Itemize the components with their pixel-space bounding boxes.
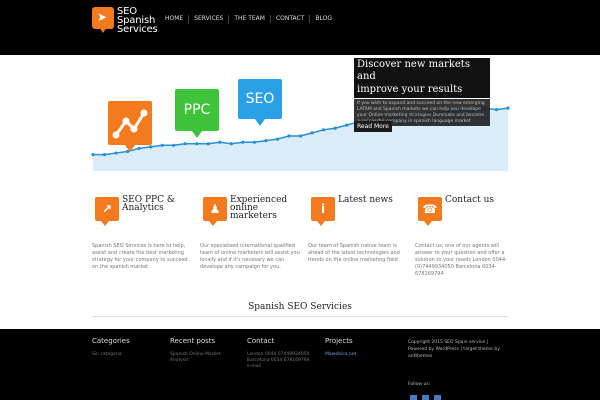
- trend-point: [275, 137, 280, 141]
- seo-bubble: SEO: [238, 79, 282, 126]
- trend-point: [160, 143, 164, 147]
- feature-title[interactable]: Experienced online marketers: [230, 196, 308, 221]
- trend-point: [229, 142, 233, 146]
- trend-point: [252, 140, 256, 144]
- social-icon-twitter[interactable]: [422, 395, 429, 400]
- tagline: Spanish SEO Servicies: [248, 302, 352, 312]
- feature-text: Our team of Spanish native team is ahead…: [308, 243, 400, 263]
- phone-icon: ☎: [418, 197, 442, 221]
- main-nav: HOME SERVICES THE TEAM CONTACT BLOG: [160, 15, 337, 23]
- footer-categories: Categories Sin categoría: [92, 337, 130, 358]
- feature-title[interactable]: Contact us: [445, 196, 523, 205]
- trend-point: [114, 151, 118, 155]
- ppc-bubble: PPC: [175, 89, 219, 138]
- social-icon-linkedin[interactable]: [434, 395, 441, 400]
- trend-point: [102, 153, 107, 157]
- site-logo[interactable]: ➤ SEO Spanish Services: [92, 7, 158, 37]
- chart-icon: ↗: [95, 197, 119, 221]
- rocket-logo-icon: ➤: [92, 7, 114, 29]
- category-link[interactable]: Sin categoría: [92, 352, 130, 358]
- read-more-button[interactable]: Read More: [354, 121, 392, 132]
- info-icon: i: [311, 197, 335, 221]
- trend-point: [137, 146, 141, 150]
- feature-text: Contact us, one of our agents will answe…: [415, 243, 507, 277]
- project-link[interactable]: Mawebica.net: [325, 352, 356, 358]
- footer-recent-posts: Recent posts Spanish Online Market Analy…: [170, 337, 240, 364]
- email-link[interactable]: e-mail: [247, 364, 319, 370]
- nav-services[interactable]: SERVICES: [189, 15, 230, 23]
- site-header: ➤ SEO Spanish Services HOME SERVICES THE…: [0, 0, 600, 55]
- feature-title[interactable]: SEO PPC & Analytics: [122, 196, 200, 213]
- follow-us-label: Follow us:: [408, 382, 431, 387]
- page: ➤ SEO Spanish Services HOME SERVICES THE…: [0, 0, 600, 400]
- trend-point: [506, 106, 510, 110]
- trend-point: [149, 145, 153, 149]
- hero-banner: PPC SEO Discover new markets and improve…: [0, 55, 600, 180]
- copyright: Copyright 2015 SEO Spain service | Power…: [408, 340, 500, 359]
- feature-text: Spanish SEO Services is here to help, as…: [92, 243, 188, 270]
- trend-point: [321, 128, 326, 132]
- tagline-area: Spanish SEO Servicies: [92, 300, 508, 320]
- trend-point: [310, 131, 314, 135]
- nav-home[interactable]: HOME: [160, 15, 190, 23]
- nav-blog[interactable]: BLOG: [310, 15, 337, 23]
- trend-point: [345, 123, 349, 127]
- trend-point: [298, 134, 303, 138]
- walker-icon: ♟: [203, 197, 227, 221]
- seo-label: SEO: [238, 79, 282, 119]
- ppc-label: PPC: [175, 89, 219, 131]
- trend-graph: [91, 106, 510, 171]
- footer-contact: Contact London 0044 07449934050 Barcelon…: [247, 337, 319, 370]
- divider: [92, 316, 508, 317]
- trend-point: [264, 139, 268, 143]
- feature-title[interactable]: Latest news: [338, 196, 416, 205]
- trend-point: [183, 142, 187, 146]
- trend-point: [241, 140, 245, 144]
- trend-point: [287, 134, 291, 138]
- trend-point: [494, 108, 499, 112]
- social-icon-facebook[interactable]: [410, 395, 417, 400]
- trend-point: [172, 143, 176, 147]
- trend-point: [195, 142, 199, 146]
- trend-point: [206, 142, 210, 146]
- trend-point: [91, 153, 95, 157]
- trend-point: [333, 126, 337, 130]
- feature-text: Our specialised international qualified …: [200, 243, 300, 270]
- nav-the-team[interactable]: THE TEAM: [229, 15, 271, 23]
- hero-title: Discover new markets and improve your re…: [354, 58, 490, 98]
- nav-contact[interactable]: CONTACT: [271, 15, 311, 23]
- post-link[interactable]: Spanish Online Market Analysis: [170, 352, 240, 364]
- footer-projects: Projects Mawebica.net: [325, 337, 357, 358]
- analytics-chart-icon: [112, 109, 148, 139]
- hero-panel: Discover new markets and improve your re…: [354, 58, 490, 126]
- trend-point: [218, 140, 222, 144]
- logo-text: SEO Spanish Services: [117, 6, 158, 35]
- analytics-bubble: [108, 101, 152, 152]
